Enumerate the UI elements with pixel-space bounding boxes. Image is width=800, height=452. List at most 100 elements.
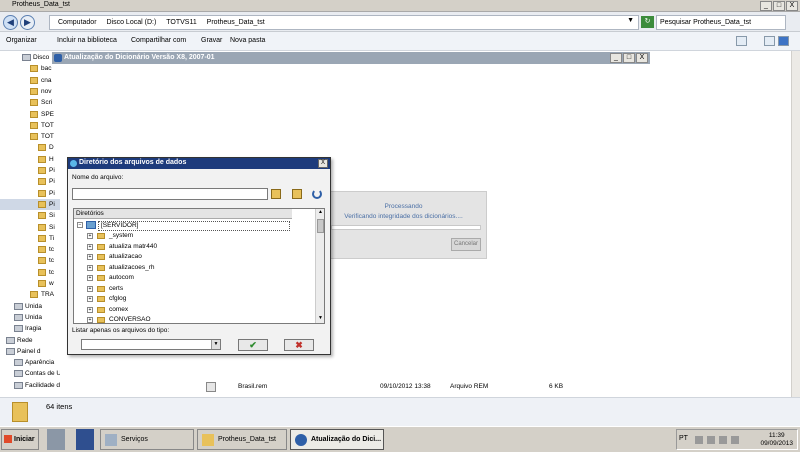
expand-icon[interactable]: + bbox=[87, 243, 93, 250]
tree-folder-item[interactable]: + atualizacao bbox=[74, 252, 304, 262]
sidebar-item[interactable]: Si bbox=[0, 222, 60, 233]
expand-icon[interactable]: + bbox=[87, 264, 93, 271]
sidebar-item[interactable]: SPE bbox=[0, 109, 60, 120]
sidebar-item[interactable]: Painel d bbox=[0, 346, 60, 357]
include-library-menu[interactable]: Incluir na biblioteca bbox=[57, 37, 117, 44]
scroll-thumb[interactable] bbox=[317, 219, 324, 233]
sidebar-item[interactable]: Si bbox=[0, 210, 60, 221]
language-indicator[interactable]: PT bbox=[679, 435, 688, 442]
sidebar-item[interactable]: Aparência bbox=[0, 357, 60, 368]
tree-folder-item[interactable]: + cfglog bbox=[74, 294, 304, 304]
scroll-down-icon[interactable]: ▼ bbox=[316, 315, 324, 323]
breadcrumb-disco[interactable]: Disco Local (D:) bbox=[106, 16, 156, 29]
sidebar-item[interactable]: Scri bbox=[0, 97, 60, 108]
tree-folder-item[interactable]: + certs bbox=[74, 284, 304, 294]
file-type-select[interactable]: ▼ bbox=[81, 339, 221, 350]
burn-button[interactable]: Gravar bbox=[201, 37, 222, 44]
sidebar-item[interactable]: D bbox=[0, 142, 60, 153]
update-close-button[interactable]: X bbox=[636, 53, 648, 63]
share-with-menu[interactable]: Compartilhar com bbox=[131, 37, 186, 44]
close-button[interactable]: X bbox=[786, 1, 798, 11]
dialog-close-button[interactable]: X bbox=[318, 159, 328, 168]
search-input[interactable]: Pesquisar Protheus_Data_tst bbox=[656, 15, 786, 30]
forward-button[interactable]: ▶ bbox=[20, 15, 35, 30]
sidebar-item[interactable]: Pi bbox=[0, 165, 60, 176]
taskbar-update[interactable]: Atualização do Dici... bbox=[290, 429, 384, 450]
tree-folder-item[interactable]: + atualiza matr440 bbox=[74, 242, 304, 252]
powershell-icon[interactable] bbox=[76, 429, 94, 450]
expand-icon[interactable]: + bbox=[87, 296, 93, 302]
chevron-down-icon[interactable]: ▼ bbox=[211, 340, 220, 349]
clock[interactable]: 11:39 09/09/2013 bbox=[760, 432, 793, 448]
tree-folder-item[interactable]: + _system bbox=[74, 231, 304, 241]
directory-tree[interactable]: Diretórios − [SERVIDOR] + _system + atualiz… bbox=[73, 208, 325, 324]
breadcrumb-protheus[interactable]: Protheus_Data_tst bbox=[207, 16, 265, 29]
start-button[interactable]: Iniciar bbox=[1, 429, 39, 450]
flag-icon[interactable] bbox=[707, 436, 715, 444]
preview-pane-icon[interactable] bbox=[764, 36, 775, 46]
filename-input[interactable] bbox=[72, 188, 268, 200]
expand-icon[interactable]: + bbox=[87, 285, 93, 292]
breadcrumb-totvs11[interactable]: TOTVS11 bbox=[166, 16, 196, 29]
sidebar-item[interactable]: Unida bbox=[0, 312, 60, 323]
sidebar-item[interactable]: Pi bbox=[0, 198, 60, 210]
tray-arrow-icon[interactable] bbox=[695, 436, 703, 444]
dialog-cancel-button[interactable]: ✖ bbox=[284, 339, 314, 351]
confirm-button[interactable]: ✔ bbox=[238, 339, 268, 351]
sidebar-item[interactable]: TOT bbox=[0, 120, 60, 131]
sidebar-item[interactable]: Pi bbox=[0, 188, 60, 199]
expand-icon[interactable]: + bbox=[87, 275, 93, 281]
sidebar-item[interactable]: cna bbox=[0, 75, 60, 86]
maximize-button[interactable]: □ bbox=[773, 1, 785, 11]
tree-folder-item[interactable]: + atualizacoes_rh bbox=[74, 263, 304, 273]
tree-folder-item[interactable]: + autocom bbox=[74, 273, 304, 283]
help-icon[interactable] bbox=[778, 36, 789, 46]
back-button[interactable]: ◀ bbox=[3, 15, 18, 30]
view-icon[interactable] bbox=[736, 36, 747, 46]
sidebar-item[interactable]: Facilidade de Acesso bbox=[0, 380, 60, 391]
sidebar-item[interactable]: bac bbox=[0, 63, 60, 74]
file-row[interactable]: Brasil.rem 09/10/2012 13:38 Arquivo REM … bbox=[200, 381, 790, 393]
expand-icon[interactable]: + bbox=[87, 233, 93, 239]
update-maximize-button[interactable]: □ bbox=[623, 53, 635, 63]
organize-menu[interactable]: Organizar bbox=[6, 37, 37, 44]
expand-icon[interactable]: + bbox=[87, 254, 93, 260]
sidebar-item[interactable]: H bbox=[0, 154, 60, 165]
expand-icon[interactable]: + bbox=[87, 317, 93, 323]
sidebar-item[interactable]: TRA bbox=[0, 289, 60, 300]
speaker-icon[interactable] bbox=[731, 436, 739, 444]
tree-folder-item[interactable]: + comex bbox=[74, 305, 304, 315]
minimize-button[interactable]: _ bbox=[760, 1, 772, 11]
sidebar-item[interactable]: tc bbox=[0, 255, 60, 266]
tree-folder-item[interactable]: + CONVERSAO bbox=[74, 315, 304, 323]
sidebar-item[interactable]: Contas de Usuário bbox=[0, 368, 60, 379]
expand-icon[interactable]: + bbox=[87, 306, 93, 313]
refresh-icon[interactable] bbox=[312, 189, 322, 199]
folder-up-icon[interactable] bbox=[271, 189, 281, 199]
new-folder-icon[interactable] bbox=[292, 189, 302, 199]
new-folder-button[interactable]: Nova pasta bbox=[230, 37, 265, 44]
chevron-down-icon[interactable]: ▼ bbox=[627, 17, 634, 24]
taskbar-services[interactable]: Serviços bbox=[100, 429, 194, 450]
sidebar-item[interactable]: Pi bbox=[0, 176, 60, 187]
sidebar-item[interactable]: TOT bbox=[0, 131, 60, 142]
sidebar-item[interactable]: w bbox=[0, 278, 60, 289]
sidebar-item[interactable]: Rede bbox=[0, 335, 60, 346]
collapse-icon[interactable]: − bbox=[77, 222, 83, 228]
tree-root[interactable]: − [SERVIDOR] bbox=[74, 220, 304, 231]
breadcrumb-computador[interactable]: Computador bbox=[58, 16, 97, 29]
sidebar-item[interactable]: Ti bbox=[0, 233, 60, 244]
update-minimize-button[interactable]: _ bbox=[610, 53, 622, 63]
tree-scrollbar[interactable]: ▲ ▼ bbox=[315, 209, 324, 323]
file-list-scrollbar[interactable] bbox=[791, 51, 800, 400]
sidebar-item[interactable]: Unida bbox=[0, 301, 60, 312]
sidebar-item[interactable]: Disco bbox=[0, 52, 60, 63]
refresh-icon[interactable]: ↻ bbox=[641, 16, 654, 28]
sidebar-item[interactable]: tc bbox=[0, 244, 60, 255]
server-manager-icon[interactable] bbox=[47, 429, 65, 450]
sidebar-item[interactable]: nov bbox=[0, 86, 60, 97]
sidebar-item[interactable]: tc bbox=[0, 267, 60, 278]
monitor-icon[interactable] bbox=[719, 436, 727, 444]
address-bar[interactable]: Computador Disco Local (D:) TOTVS11 Prot… bbox=[49, 15, 639, 30]
scroll-up-icon[interactable]: ▲ bbox=[316, 209, 324, 217]
